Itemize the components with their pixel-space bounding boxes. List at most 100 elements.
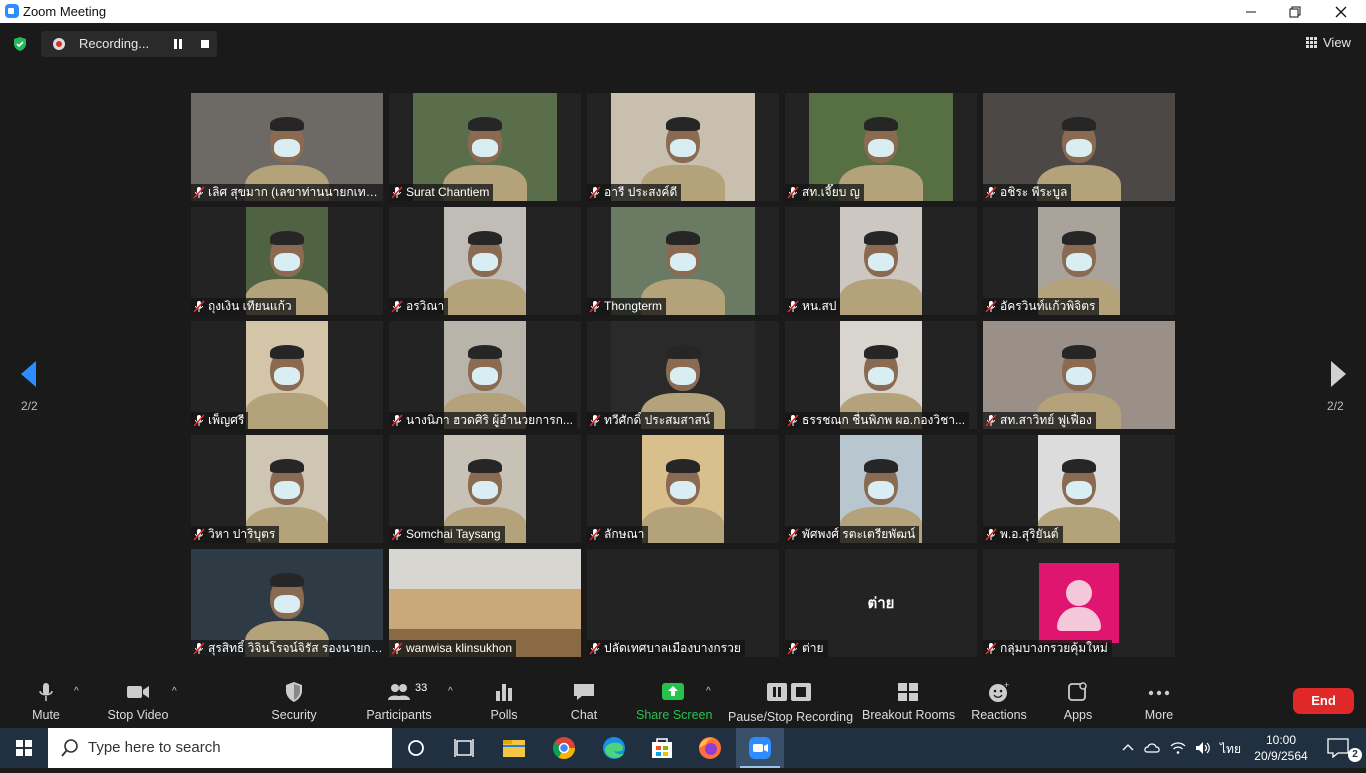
participant-name-tag: เพ็ญศรี — [191, 412, 249, 429]
minimize-button[interactable] — [1228, 0, 1274, 23]
zoom-app-icon — [5, 4, 19, 18]
participant-name: อัครวินท์แก้วพิจิตร — [1000, 299, 1096, 313]
reactions-button[interactable]: + Reactions — [970, 678, 1028, 728]
security-button[interactable]: Security — [264, 678, 324, 728]
cortana-circle-icon — [408, 740, 424, 756]
participant-tile[interactable]: กลุ่มบางกรวยคุ้มใหม่ — [983, 549, 1175, 657]
volume-icon[interactable] — [1194, 740, 1212, 756]
participant-tile[interactable]: ธรรชณก ชื่นพิภพ ผอ.กองวิชา... — [785, 321, 977, 429]
participant-tile[interactable]: อชิระ พีระบูล — [983, 93, 1175, 201]
restore-button[interactable] — [1272, 0, 1318, 23]
muted-microphone-icon — [589, 186, 601, 199]
breakout-rooms-button[interactable]: Breakout Rooms — [862, 678, 955, 728]
participant-tile[interactable]: วิหา ปาริบุตร — [191, 435, 383, 543]
participant-name-tag: กลุ่มบางกรวยคุ้มใหม่ — [983, 640, 1112, 657]
audio-options-caret-icon[interactable]: ^ — [74, 686, 82, 697]
participant-tile[interactable]: Surat Chantiem — [389, 93, 581, 201]
task-view-icon — [454, 739, 474, 757]
chat-bubble-icon — [574, 684, 594, 700]
notifications-icon — [1327, 738, 1349, 759]
participant-video — [444, 207, 526, 315]
participant-tile[interactable]: พัศพงศ์ รตะเตรียพัฒน์ — [785, 435, 977, 543]
muted-microphone-icon — [193, 300, 205, 313]
task-view-button[interactable] — [440, 728, 488, 768]
muted-microphone-icon — [391, 642, 403, 655]
chat-button[interactable]: Chat — [564, 678, 604, 728]
edge-button[interactable] — [590, 728, 638, 768]
taskbar-search-box[interactable]: Type here to search — [48, 728, 392, 768]
start-button[interactable] — [0, 728, 48, 768]
video-options-caret-icon[interactable]: ^ — [172, 686, 180, 697]
participant-tile[interactable]: เพ็ญศรี — [191, 321, 383, 429]
chrome-icon — [553, 737, 575, 759]
more-button[interactable]: More — [1136, 678, 1182, 728]
close-button[interactable] — [1318, 0, 1364, 23]
muted-microphone-icon — [787, 528, 799, 541]
svg-text:+: + — [1004, 681, 1009, 690]
share-screen-button[interactable]: Share Screen — [636, 678, 712, 728]
participant-tile[interactable]: เลิศ สุขมาก (เลขาท่านนายกเทศ... — [191, 93, 383, 201]
mute-button[interactable]: Mute — [20, 678, 72, 728]
participant-tile[interactable]: ทวีศักดิ์ ประสมสาสน์ — [587, 321, 779, 429]
participant-name: สท.เจี๊ยบ ญ — [802, 185, 860, 199]
participant-tile[interactable]: อารี ประสงค์ดี — [587, 93, 779, 201]
participants-options-caret-icon[interactable]: ^ — [448, 686, 456, 697]
onedrive-sync-icon[interactable] — [1144, 740, 1162, 756]
participant-tile[interactable]: ถุงเงิน เทียนแก้ว — [191, 207, 383, 315]
file-explorer-button[interactable] — [490, 728, 538, 768]
participants-count: 33 — [415, 682, 428, 694]
participant-name: อารี ประสงค์ดี — [604, 185, 678, 199]
stop-video-label: Stop Video — [107, 708, 169, 722]
store-button[interactable] — [638, 728, 686, 768]
encryption-shield-icon[interactable] — [12, 36, 28, 52]
participant-tile[interactable]: พ.อ.สุริยันต์ — [983, 435, 1175, 543]
participant-name-tag: wanwisa klinsukhon — [389, 640, 517, 657]
participant-tile[interactable]: ปลัดเทศบาลเมืองบางกรวย — [587, 549, 779, 657]
next-page-arrow-icon[interactable] — [1328, 359, 1348, 389]
pause-recording-icon[interactable] — [173, 39, 183, 49]
muted-microphone-icon — [985, 186, 997, 199]
action-center-button[interactable]: 2 — [1318, 728, 1366, 768]
pause-stop-recording-icon — [767, 683, 811, 701]
participant-tile[interactable]: Somchai Taysang — [389, 435, 581, 543]
participant-name-tag: ธรรชณก ชื่นพิภพ ผอ.กองวิชา... — [785, 412, 970, 429]
search-icon — [61, 739, 78, 757]
previous-page-arrow-icon[interactable] — [19, 359, 39, 389]
end-meeting-button[interactable]: End — [1293, 688, 1354, 714]
polls-button[interactable]: Polls — [484, 678, 524, 728]
participant-name-tag: เลิศ สุขมาก (เลขาท่านนายกเทศ... — [191, 184, 383, 201]
participant-tile[interactable]: สท.เจี๊ยบ ญ — [785, 93, 977, 201]
stop-video-button[interactable]: Stop Video — [102, 678, 174, 728]
participant-tile[interactable]: ต่าย ต่าย — [785, 549, 977, 657]
apps-button[interactable]: Apps — [1056, 678, 1100, 728]
polls-bar-chart-icon — [496, 684, 512, 701]
participant-tile[interactable]: ลักษณา — [587, 435, 779, 543]
participant-tile[interactable]: หน.สป — [785, 207, 977, 315]
page-indicator-right: 2/2 — [1327, 399, 1344, 413]
participant-tile[interactable]: นางนิภา ฮวดศิริ ผู้อำนวยการก... — [389, 321, 581, 429]
show-hidden-icons-chevron-icon[interactable] — [1122, 742, 1134, 752]
recording-indicator: Recording... — [41, 31, 217, 57]
share-options-caret-icon[interactable]: ^ — [706, 686, 714, 697]
view-label: View — [1323, 35, 1351, 50]
muted-microphone-icon — [391, 300, 403, 313]
participant-name-tag: ทวีศักดิ์ ประสมสาสน์ — [587, 412, 714, 429]
view-button[interactable]: View — [1306, 35, 1351, 50]
taskbar-clock[interactable]: 10:00 20/9/2564 — [1254, 732, 1308, 764]
participant-name-tag: หน.สป — [785, 298, 841, 315]
chrome-button[interactable] — [540, 728, 588, 768]
participant-tile[interactable]: อรวิณา — [389, 207, 581, 315]
cortana-button[interactable] — [392, 728, 440, 768]
participant-tile[interactable]: อัครวินท์แก้วพิจิตร — [983, 207, 1175, 315]
zoom-taskbar-button[interactable] — [736, 728, 784, 768]
input-language-indicator[interactable]: ไทย — [1220, 740, 1241, 759]
pause-stop-recording-button[interactable]: Pause/Stop Recording — [728, 678, 853, 728]
wifi-icon[interactable] — [1170, 740, 1186, 756]
stop-recording-icon[interactable] — [201, 40, 209, 48]
participant-tile[interactable]: สุรสิทธิ์ วิจินโรจน์จิรัส รองนายกเ... — [191, 549, 383, 657]
firefox-button[interactable] — [686, 728, 734, 768]
participant-name: หน.สป — [802, 299, 837, 313]
participant-tile[interactable]: wanwisa klinsukhon — [389, 549, 581, 657]
participant-tile[interactable]: สท.สาวิทย์ ฟูเฟื่อง — [983, 321, 1175, 429]
participant-tile[interactable]: Thongterm — [587, 207, 779, 315]
